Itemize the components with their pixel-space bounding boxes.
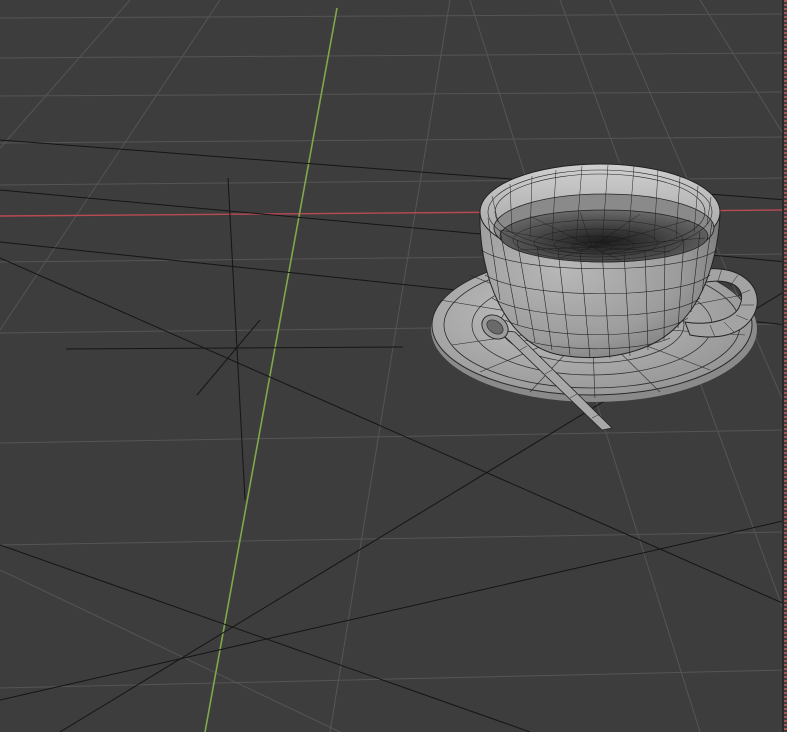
y-axis-line bbox=[204, 7, 338, 732]
3d-viewport[interactable] bbox=[0, 0, 787, 732]
viewport-canvas[interactable] bbox=[0, 0, 787, 732]
